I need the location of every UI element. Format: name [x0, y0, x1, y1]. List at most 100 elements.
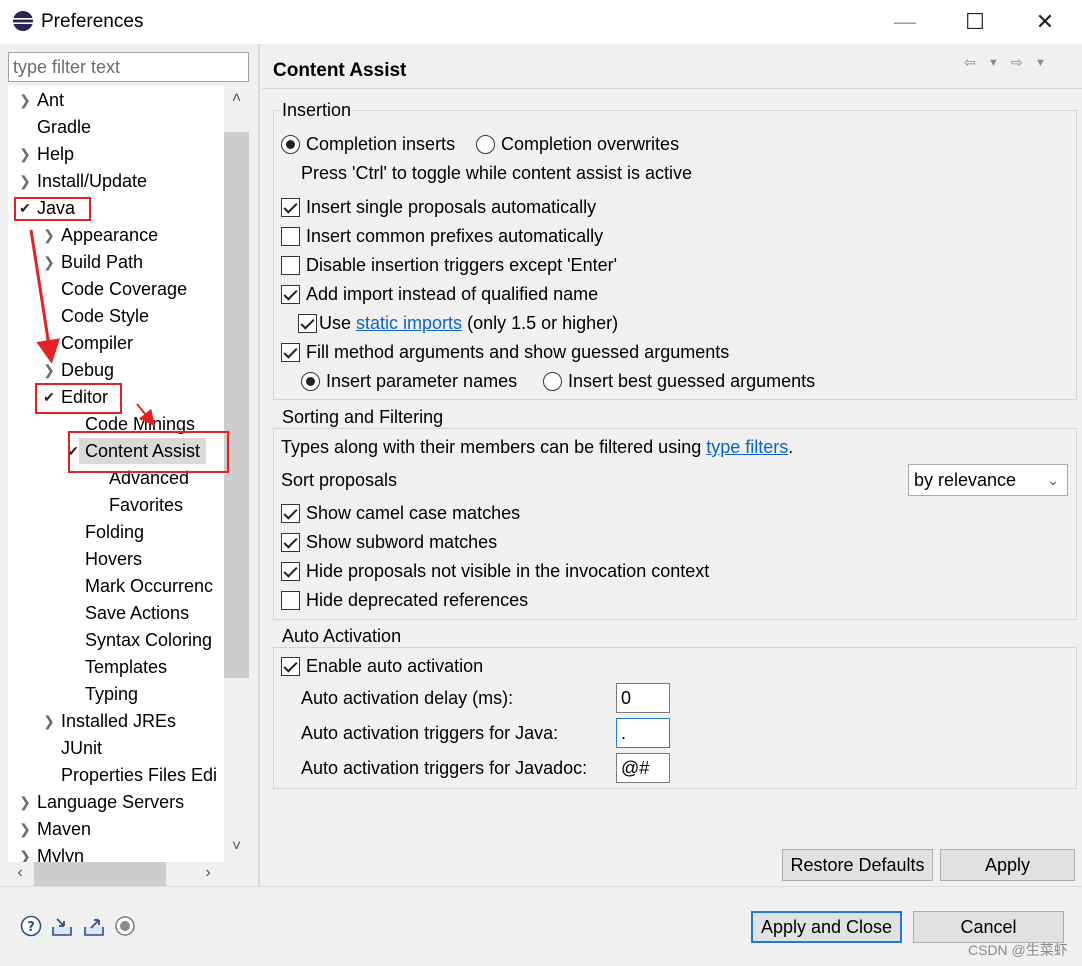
auto-delay-field[interactable]: 0 — [616, 683, 670, 713]
filter-input[interactable] — [13, 57, 244, 78]
fill-method-args-checkbox[interactable] — [281, 343, 300, 362]
tree-item-install-update[interactable]: ❯ Install/Update — [19, 168, 147, 194]
footer-separator — [0, 886, 1082, 887]
scroll-right-icon[interactable]: › — [198, 864, 218, 882]
use-static-imports-checkbox[interactable] — [298, 314, 317, 333]
tree-item-code-coverage[interactable]: Code Coverage — [61, 276, 187, 302]
insert-param-names-radio[interactable] — [301, 372, 320, 391]
tree-item-appearance[interactable]: ❯ Appearance — [43, 222, 158, 248]
chevron-right-icon[interactable]: ❯ — [17, 843, 33, 862]
chevron-right-icon[interactable]: ❯ — [41, 222, 57, 248]
tree-item-installed-jres[interactable]: ❯ Installed JREs — [43, 708, 176, 734]
watermark: CSDN @生菜虾 — [968, 942, 1068, 958]
tree-item-maven[interactable]: ❯ Maven — [19, 816, 91, 842]
chevron-right-icon[interactable]: ❯ — [41, 249, 57, 275]
cancel-button[interactable]: Cancel — [913, 911, 1064, 943]
tree-item-favorites[interactable]: Favorites — [109, 492, 183, 518]
add-import-option[interactable]: Add import instead of qualified name — [281, 281, 598, 307]
insert-best-guessed-option[interactable]: Insert best guessed arguments — [543, 368, 815, 394]
back-menu-icon[interactable]: ▼ — [988, 57, 999, 69]
scroll-down-icon[interactable]: ˅ — [224, 838, 249, 856]
close-button[interactable]: ✕ — [1022, 6, 1068, 38]
camel-case-checkbox[interactable] — [281, 504, 300, 523]
java-triggers-field[interactable]: . — [616, 718, 670, 748]
completion-overwrites-radio[interactable] — [476, 135, 495, 154]
tree-item-code-style[interactable]: Code Style — [61, 303, 149, 329]
sort-proposals-select[interactable]: by relevance ⌄ — [908, 464, 1068, 496]
enable-auto-activation-option[interactable]: Enable auto activation — [281, 653, 483, 679]
fill-method-args-option[interactable]: Fill method arguments and show guessed a… — [281, 339, 729, 365]
scroll-left-icon[interactable]: ‹ — [10, 864, 30, 882]
tree-item-templates[interactable]: Templates — [85, 654, 167, 680]
chevron-right-icon[interactable]: ❯ — [17, 816, 33, 842]
tree-item-folding[interactable]: Folding — [85, 519, 144, 545]
help-icon[interactable]: ? — [20, 915, 42, 937]
subword-option[interactable]: Show subword matches — [281, 529, 497, 555]
minimize-button[interactable]: — — [882, 6, 928, 38]
tree-item-compiler[interactable]: ❯ Compiler — [43, 330, 133, 356]
export-icon[interactable] — [83, 915, 105, 937]
insert-best-guessed-radio[interactable] — [543, 372, 562, 391]
chevron-right-icon[interactable]: ❯ — [41, 330, 57, 356]
chevron-right-icon[interactable]: ❯ — [41, 708, 57, 734]
panel-splitter[interactable] — [258, 44, 260, 886]
camel-case-option[interactable]: Show camel case matches — [281, 500, 520, 526]
chevron-right-icon[interactable]: ❯ — [17, 87, 33, 113]
tree-item-syntax-coloring[interactable]: Syntax Coloring — [85, 627, 212, 653]
tree-horizontal-scroll-thumb[interactable] — [34, 862, 166, 886]
disable-triggers-option[interactable]: Disable insertion triggers except 'Enter… — [281, 252, 617, 278]
chevron-right-icon[interactable]: ❯ — [17, 141, 33, 167]
insert-single-checkbox[interactable] — [281, 198, 300, 217]
restore-defaults-button[interactable]: Restore Defaults — [782, 849, 933, 881]
tree-item-help[interactable]: ❯ Help — [19, 141, 74, 167]
insert-common-option[interactable]: Insert common prefixes automatically — [281, 223, 603, 249]
tree-item-junit[interactable]: JUnit — [61, 735, 102, 761]
apply-button[interactable]: Apply — [940, 849, 1075, 881]
hide-not-visible-option[interactable]: Hide proposals not visible in the invoca… — [281, 558, 709, 584]
highlight-content-assist — [68, 431, 229, 473]
subword-checkbox[interactable] — [281, 533, 300, 552]
menu-dropdown-icon[interactable]: ▼ — [1035, 57, 1046, 69]
tree-item-typing[interactable]: Typing — [85, 681, 138, 707]
hide-not-visible-checkbox[interactable] — [281, 562, 300, 581]
chevron-right-icon[interactable]: ❯ — [17, 789, 33, 815]
chevron-right-icon[interactable]: ❯ — [17, 168, 33, 194]
apply-and-close-button[interactable]: Apply and Close — [751, 911, 902, 943]
scroll-up-icon[interactable]: ˄ — [224, 90, 249, 108]
javadoc-triggers-field[interactable]: @# — [616, 753, 670, 783]
chevron-right-icon[interactable]: ❯ — [41, 357, 57, 383]
enable-auto-activation-checkbox[interactable] — [281, 657, 300, 676]
completion-inserts-radio[interactable] — [281, 135, 300, 154]
forward-arrow-icon[interactable]: ⇨ — [1011, 54, 1023, 71]
tree-item-build-path[interactable]: ❯ Build Path — [43, 249, 143, 275]
disable-triggers-checkbox[interactable] — [281, 256, 300, 275]
tree-item-language-servers[interactable]: ❯ Language Servers — [19, 789, 184, 815]
tree-item-gradle[interactable]: Gradle — [37, 114, 91, 140]
insert-param-names-option[interactable]: Insert parameter names — [301, 368, 517, 394]
completion-inserts-option[interactable]: Completion inserts — [281, 131, 455, 157]
insert-common-checkbox[interactable] — [281, 227, 300, 246]
insert-single-option[interactable]: Insert single proposals automatically — [281, 194, 596, 220]
use-static-imports-option[interactable]: Use static imports (only 1.5 or higher) — [298, 310, 618, 336]
tree-item-save-actions[interactable]: Save Actions — [85, 600, 189, 626]
eclipse-app-icon — [13, 11, 33, 31]
tree-item-properties-files-editor[interactable]: Properties Files Edi — [61, 762, 217, 788]
hide-deprecated-checkbox[interactable] — [281, 591, 300, 610]
static-imports-link[interactable]: static imports — [356, 313, 462, 333]
completion-overwrites-option[interactable]: Completion overwrites — [476, 131, 679, 157]
add-import-checkbox[interactable] — [281, 285, 300, 304]
filter-field[interactable] — [8, 52, 249, 82]
import-icon[interactable] — [51, 915, 73, 937]
tree-item-debug[interactable]: ❯ Debug — [43, 357, 114, 383]
hide-deprecated-option[interactable]: Hide deprecated references — [281, 587, 528, 613]
maximize-button[interactable]: ☐ — [952, 6, 998, 38]
type-filters-link[interactable]: type filters — [706, 437, 788, 457]
tree-item-mylyn[interactable]: ❯ Mylyn — [19, 843, 84, 862]
tree-item-mark-occurrences[interactable]: Mark Occurrenc — [85, 573, 213, 599]
back-arrow-icon[interactable]: ⇦ — [964, 54, 976, 71]
tree-vertical-scroll-thumb[interactable] — [224, 132, 249, 678]
page-title: Content Assist — [273, 60, 407, 81]
tree-item-hovers[interactable]: Hovers — [85, 546, 142, 572]
tree-item-ant[interactable]: ❯ Ant — [19, 87, 64, 113]
record-icon[interactable] — [114, 915, 136, 937]
